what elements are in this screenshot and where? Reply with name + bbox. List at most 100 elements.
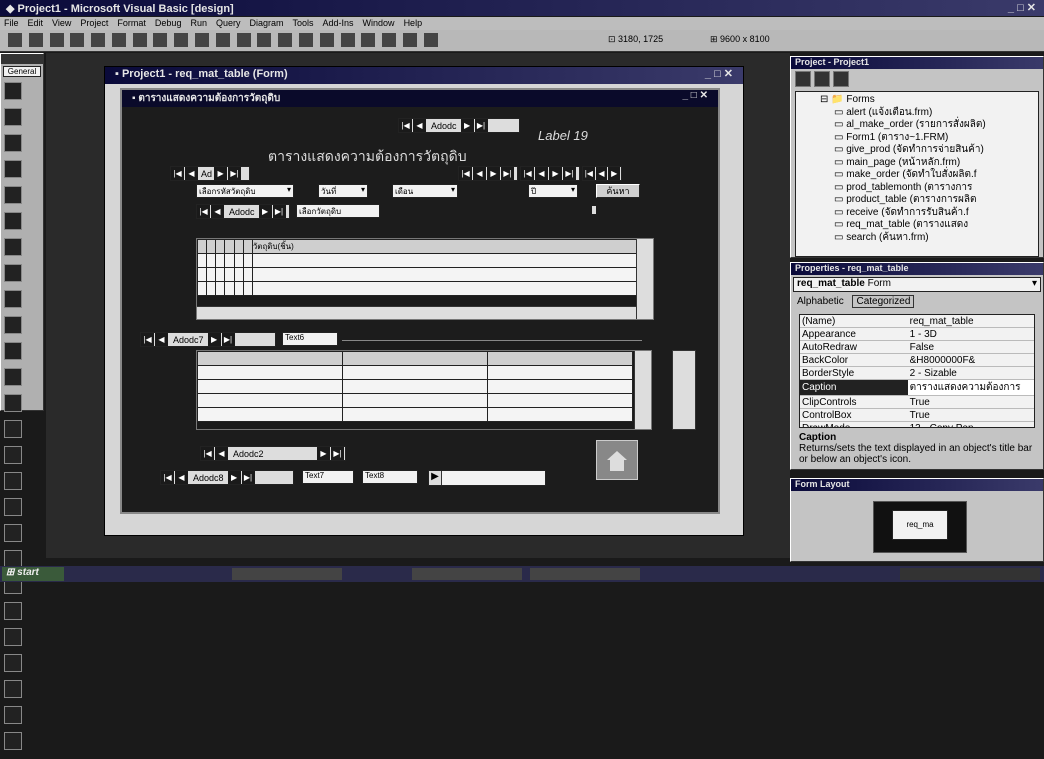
grid-cell[interactable] bbox=[224, 267, 235, 282]
view-code-icon[interactable] bbox=[795, 71, 811, 87]
adodc8[interactable]: |◀ ◀ Adodc8 ▶ ▶| bbox=[160, 470, 294, 485]
textbox-icon[interactable] bbox=[4, 160, 22, 178]
data-grid-1[interactable]: วัตถุดิบ(ชิ้น) bbox=[196, 238, 654, 320]
grid-cell[interactable] bbox=[233, 267, 244, 282]
menu-tools[interactable]: Tools bbox=[293, 18, 314, 28]
nav-adodc-left[interactable]: |◀ ◀ Ad ▶ ▶| bbox=[170, 166, 250, 181]
day-combo[interactable]: วันที่ ▾ bbox=[318, 184, 368, 198]
property-row[interactable]: AutoRedraw False bbox=[800, 340, 1034, 354]
picturebox-icon[interactable] bbox=[4, 108, 22, 126]
last-record-button[interactable]: ▶| bbox=[474, 119, 488, 132]
form-caption-controls[interactable]: _ □ ✕ bbox=[682, 90, 708, 101]
year-combo[interactable]: ปี ▾ bbox=[528, 184, 578, 198]
copy-icon[interactable] bbox=[132, 33, 147, 47]
grid-cell[interactable] bbox=[224, 239, 235, 254]
listbox-icon[interactable] bbox=[4, 316, 22, 334]
timer-icon[interactable] bbox=[4, 394, 22, 412]
grid-cell[interactable] bbox=[215, 239, 226, 254]
line-icon[interactable] bbox=[4, 524, 22, 542]
tab-alphabetic[interactable]: Alphabetic bbox=[797, 296, 844, 307]
menu-addins[interactable]: Add-Ins bbox=[323, 18, 354, 28]
menu-window[interactable]: Window bbox=[363, 18, 395, 28]
grid-cell[interactable] bbox=[197, 351, 343, 366]
nav-adodc-r1[interactable]: |◀ ◀ ▶ ▶| bbox=[458, 166, 518, 181]
layout-form-thumbnail[interactable]: req_ma bbox=[892, 510, 948, 540]
property-row[interactable]: ClipControls True bbox=[800, 395, 1034, 409]
project-form-item[interactable]: ▭ prod_tablemonth (ตารางการ bbox=[800, 182, 1034, 195]
open-icon[interactable] bbox=[70, 33, 85, 47]
property-row[interactable]: DrawMode 13 - Copy Pen bbox=[800, 421, 1034, 427]
first-record-button[interactable]: |◀ bbox=[171, 167, 184, 180]
menu-query[interactable]: Query bbox=[216, 18, 241, 28]
dirlist-icon[interactable] bbox=[4, 446, 22, 464]
grid-cell[interactable] bbox=[233, 253, 244, 268]
grid-cell[interactable] bbox=[197, 379, 343, 394]
window-controls[interactable]: _ □ ✕ bbox=[1008, 1, 1036, 14]
project-form-item[interactable]: ▭ product_table (ตารางการผลิต bbox=[800, 194, 1034, 207]
grid-cell[interactable] bbox=[487, 365, 633, 380]
grid-cell[interactable] bbox=[215, 253, 226, 268]
datagrid-icon[interactable] bbox=[4, 654, 22, 672]
grid2-vscroll[interactable] bbox=[634, 351, 651, 429]
find-icon[interactable] bbox=[174, 33, 189, 47]
adodc2[interactable]: |◀ ◀ Adodc2 ▶ ▶| bbox=[200, 446, 346, 461]
month-combo[interactable]: เดือน ▾ bbox=[392, 184, 458, 198]
cut-icon[interactable] bbox=[111, 33, 126, 47]
first-record-button[interactable]: |◀ bbox=[399, 119, 412, 132]
project-form-item[interactable]: ▭ req_mat_table (ตารางแสดง bbox=[800, 219, 1034, 232]
grid-cell[interactable] bbox=[206, 267, 217, 282]
taskbar-button-1[interactable] bbox=[232, 568, 342, 580]
properties-icon[interactable] bbox=[319, 33, 334, 47]
hscroll-icon[interactable] bbox=[4, 342, 22, 360]
taskbar-button-2[interactable] bbox=[412, 568, 522, 580]
grid-cell[interactable] bbox=[224, 253, 235, 268]
grid-vscroll[interactable] bbox=[636, 239, 653, 319]
next-record-button[interactable]: ▶ bbox=[214, 167, 228, 180]
shape-icon[interactable] bbox=[4, 498, 22, 516]
grid-cell[interactable] bbox=[224, 281, 235, 296]
object-browser-icon[interactable] bbox=[361, 33, 376, 47]
project-form-item[interactable]: ▭ give_prod (จัดทำการจ่ายสินค้า) bbox=[800, 144, 1034, 157]
grid-cell[interactable] bbox=[487, 351, 633, 366]
label-icon[interactable] bbox=[4, 134, 22, 152]
property-row[interactable]: Caption ตารางแสดงความต้องการ bbox=[800, 379, 1034, 396]
combobox-icon[interactable] bbox=[4, 290, 22, 308]
form-layout-icon[interactable] bbox=[340, 33, 355, 47]
adodc-icon[interactable] bbox=[4, 628, 22, 646]
component-manager-icon[interactable] bbox=[423, 33, 438, 47]
menu-run[interactable]: Run bbox=[190, 18, 207, 28]
grid-cell[interactable] bbox=[197, 365, 343, 380]
next-record-button[interactable]: ▶ bbox=[460, 119, 474, 132]
grid-cell[interactable] bbox=[233, 281, 244, 296]
paste-icon[interactable] bbox=[153, 33, 168, 47]
ole-icon[interactable] bbox=[4, 602, 22, 620]
grid-cell[interactable] bbox=[487, 379, 633, 394]
menu-view[interactable]: View bbox=[52, 18, 71, 28]
save-icon[interactable] bbox=[91, 33, 106, 47]
material-combo[interactable]: เลือกรหัสวัตถุดิบ ▾ bbox=[196, 184, 294, 198]
grid-cell[interactable] bbox=[251, 267, 638, 282]
grid-cell[interactable] bbox=[242, 239, 253, 254]
text6-textbox[interactable]: Text6 bbox=[282, 332, 338, 346]
property-row[interactable]: (Name) req_mat_table bbox=[800, 315, 1034, 328]
property-row[interactable]: BorderStyle 2 - Sizable bbox=[800, 366, 1034, 380]
menu-debug[interactable]: Debug bbox=[155, 18, 182, 28]
end-icon[interactable] bbox=[278, 33, 293, 47]
toggle-folders-icon[interactable] bbox=[832, 71, 849, 87]
grid-hscroll[interactable] bbox=[197, 306, 637, 319]
filelist-icon[interactable] bbox=[4, 472, 22, 490]
project-explorer-icon[interactable] bbox=[298, 33, 313, 47]
optionbutton-icon[interactable] bbox=[4, 264, 22, 282]
prev-record-button[interactable]: ◀ bbox=[185, 167, 198, 180]
datacombo-icon[interactable] bbox=[4, 680, 22, 698]
frame-icon[interactable] bbox=[4, 186, 22, 204]
grid-cell[interactable] bbox=[242, 281, 253, 296]
text-box-wide[interactable]: ▶ bbox=[428, 470, 546, 486]
forms-folder[interactable]: ⊟ 📁 Forms bbox=[800, 94, 1034, 107]
nav-adodc-r3[interactable]: |◀ ◀ ▶ bbox=[582, 166, 622, 181]
property-row[interactable]: BackColor &H8000000F& bbox=[800, 353, 1034, 367]
taskbar-button-3[interactable] bbox=[530, 568, 640, 580]
grid-cell[interactable] bbox=[206, 239, 217, 254]
top-adodc[interactable]: |◀ ◀ Adodc ▶ ▶| bbox=[398, 118, 520, 133]
grid-cell[interactable]: วัตถุดิบ(ชิ้น) bbox=[251, 239, 638, 254]
